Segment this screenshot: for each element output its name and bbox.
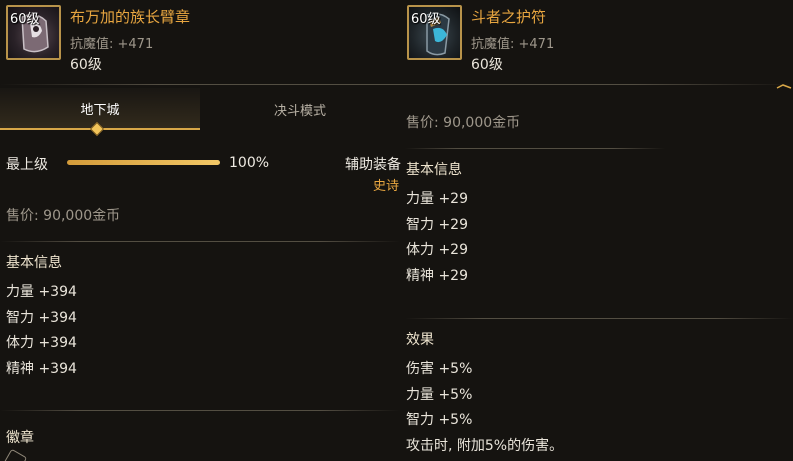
left-stat-strength: 力量 +394 xyxy=(6,284,77,300)
right-item-level: 60级 xyxy=(471,57,503,73)
right-stat-spirit: 精神 +29 xyxy=(406,268,468,284)
equip-type-label: 辅助装备 xyxy=(345,157,401,173)
armband-icon[interactable]: 60级 xyxy=(6,5,61,60)
effect-intelligence: 智力 +5% xyxy=(406,412,473,428)
left-stat-vitality: 体力 +394 xyxy=(6,335,77,351)
upgrade-level-label: 最上级 xyxy=(6,157,48,173)
left-stat-intelligence: 智力 +394 xyxy=(6,310,77,326)
left-divider-1 xyxy=(0,241,400,242)
left-item-name: 布万加的族长臂章 xyxy=(70,8,191,26)
left-divider-2 xyxy=(0,410,400,411)
right-item-level-badge: 60级 xyxy=(411,12,441,27)
left-item-magic-resist: 抗魔值: +471 xyxy=(70,37,154,52)
effect-damage: 伤害 +5% xyxy=(406,361,473,377)
left-item-level-badge: 60级 xyxy=(10,12,40,27)
right-item-card: 60级 斗者之护符 抗魔值: +471 60级 xyxy=(405,0,793,80)
right-divider-1 xyxy=(405,148,665,149)
right-item-name: 斗者之护符 xyxy=(471,8,547,26)
rarity-label: 史诗 xyxy=(373,179,400,194)
tab-duel-mode-label: 决斗模式 xyxy=(273,103,326,119)
right-stat-strength: 力量 +29 xyxy=(406,191,468,207)
active-tab-indicator-icon xyxy=(89,121,105,137)
left-item-card: 60级 布万加的族长臂章 抗魔值: +471 60级 xyxy=(0,0,400,80)
right-divider-2 xyxy=(405,318,793,319)
effect-on-attack: 攻击时, 附加5%的伤害。 xyxy=(406,438,564,454)
amulet-icon[interactable]: 60级 xyxy=(407,5,462,60)
left-price: 售价: 90,000金币 xyxy=(6,208,121,224)
tab-dungeon[interactable]: 地下城 xyxy=(0,88,200,137)
upgrade-progress-fill xyxy=(67,160,220,165)
effect-strength: 力量 +5% xyxy=(406,387,473,403)
right-price: 售价: 90,000金币 xyxy=(406,115,521,131)
emblem-title: 徽章 xyxy=(6,430,34,446)
upgrade-progress-bar xyxy=(67,160,220,165)
header-divider xyxy=(0,84,793,85)
left-item-level: 60级 xyxy=(70,57,102,73)
upgrade-progress-text: 100% xyxy=(229,155,270,171)
left-basic-info-title: 基本信息 xyxy=(6,255,62,271)
left-stat-spirit: 精神 +394 xyxy=(6,361,77,377)
right-stat-vitality: 体力 +29 xyxy=(406,242,468,258)
tab-dungeon-label: 地下城 xyxy=(80,102,120,118)
right-stat-intelligence: 智力 +29 xyxy=(406,217,468,233)
right-item-magic-resist: 抗魔值: +471 xyxy=(471,37,555,52)
right-basic-info-title: 基本信息 xyxy=(406,162,462,178)
mode-tab-bar: 地下城 决斗模式 xyxy=(0,88,400,137)
emblem-slot-icon[interactable] xyxy=(2,448,28,461)
corner-ornament-icon xyxy=(776,84,792,89)
tab-duel-mode[interactable]: 决斗模式 xyxy=(200,88,400,130)
effect-title: 效果 xyxy=(406,332,434,348)
